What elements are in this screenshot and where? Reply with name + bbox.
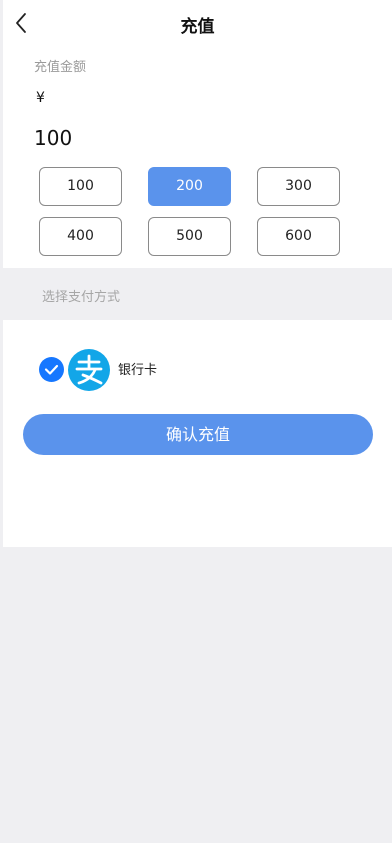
amount-input[interactable] bbox=[34, 124, 354, 152]
amount-option-500[interactable]: 500 bbox=[148, 217, 231, 256]
payment-method-header: 选择支付方式 bbox=[3, 268, 392, 320]
recharge-page: 充值 充值金额 ¥ 100 200 300 400 500 600 选择支付方式 bbox=[3, 0, 392, 843]
confirm-recharge-button[interactable]: 确认充值 bbox=[23, 414, 373, 455]
amount-option-100[interactable]: 100 bbox=[39, 167, 122, 206]
page-title: 充值 bbox=[180, 17, 215, 37]
amount-option-400[interactable]: 400 bbox=[39, 217, 122, 256]
payment-method-name: 银行卡 bbox=[118, 363, 158, 378]
alipay-icon bbox=[68, 349, 110, 391]
check-icon[interactable] bbox=[39, 357, 64, 382]
amount-section: 充值金额 ¥ 100 200 300 400 500 600 bbox=[3, 46, 392, 268]
amount-option-200[interactable]: 200 bbox=[148, 167, 231, 206]
payment-section: 银行卡 确认充值 bbox=[3, 320, 392, 547]
amount-option-300[interactable]: 300 bbox=[257, 167, 340, 206]
currency-symbol: ¥ bbox=[36, 90, 45, 106]
payment-option-bank-card[interactable]: 银行卡 bbox=[39, 349, 239, 391]
payment-method-title: 选择支付方式 bbox=[42, 290, 121, 305]
amount-option-600[interactable]: 600 bbox=[257, 217, 340, 256]
top-bar: 充值 bbox=[3, 0, 392, 46]
amount-label: 充值金额 bbox=[34, 60, 87, 75]
